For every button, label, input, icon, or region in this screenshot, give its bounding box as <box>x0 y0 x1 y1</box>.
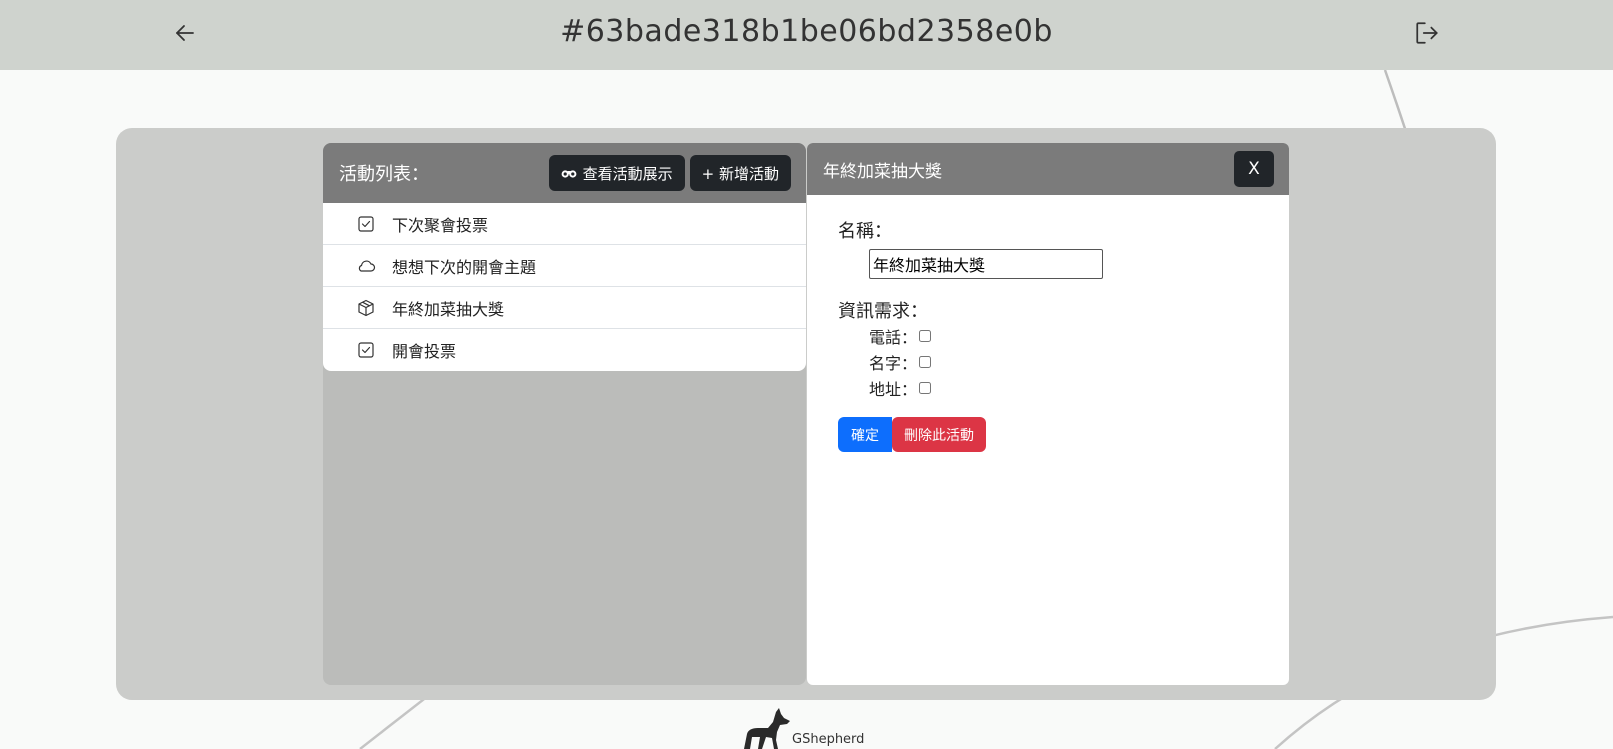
address-requirement: 地址： <box>869 375 1258 401</box>
list-item[interactable]: 想想下次的開會主題 <box>323 245 806 287</box>
activity-form: 名稱： 資訊需求： 電話： 名字： 地址： 確定 刪除此活動 <box>807 195 1289 474</box>
form-actions: 確定 刪除此活動 <box>838 417 1258 452</box>
activity-detail-header: 年終加菜抽大獎 X <box>807 143 1289 195</box>
name-input[interactable] <box>869 249 1103 279</box>
list-item-label: 下次聚會投票 <box>392 215 489 235</box>
box-icon <box>356 298 376 318</box>
list-item-label: 開會投票 <box>392 342 457 361</box>
activity-detail-panel: 年終加菜抽大獎 X 名稱： 資訊需求： 電話： 名字： 地址： 確定 刪除此活動 <box>807 143 1289 685</box>
activity-list-header: 活動列表： 查看活動展示 + 新增活動 <box>323 143 806 203</box>
view-activity-display-label: 查看活動展示 <box>582 164 673 183</box>
cloud-icon <box>356 256 376 276</box>
list-item[interactable]: 年終加菜抽大獎 <box>323 287 806 329</box>
view-activity-display-button[interactable]: 查看活動展示 <box>548 155 685 191</box>
list-item-label: 想想下次的開會主題 <box>392 257 537 277</box>
activity-list: 下次聚會投票 想想下次的開會主題 年終加菜抽大獎 開會投票 <box>323 203 806 371</box>
add-activity-button[interactable]: + 新增活動 <box>689 155 791 191</box>
phone-label: 電話： <box>869 328 918 347</box>
name-requirement-label: 名字： <box>869 354 918 373</box>
checkbox-icon <box>356 214 376 234</box>
checkbox-icon <box>356 340 376 360</box>
logout-button[interactable] <box>1412 18 1442 48</box>
activity-list-title: 活動列表： <box>339 164 429 185</box>
brand-name: GShepherd <box>792 732 865 747</box>
list-item[interactable]: 下次聚會投票 <box>323 203 806 245</box>
list-item-label: 年終加菜抽大獎 <box>392 299 505 319</box>
page-title: #63bade318b1be06bd2358e0b <box>560 14 1053 49</box>
logout-icon <box>1416 22 1438 44</box>
delete-activity-button[interactable]: 刪除此活動 <box>892 417 986 452</box>
name-label: 名稱： <box>838 221 892 242</box>
top-bar: #63bade318b1be06bd2358e0b <box>0 0 1613 70</box>
confirm-button[interactable]: 確定 <box>838 417 892 452</box>
close-button[interactable]: X <box>1234 151 1274 187</box>
phone-requirement: 電話： <box>869 323 1258 349</box>
footer-logo: GShepherd <box>738 704 864 749</box>
shepherd-dog-logo <box>744 708 790 749</box>
activity-detail-title: 年終加菜抽大獎 <box>823 161 942 182</box>
activity-list-panel: 活動列表： 查看活動展示 + 新增活動 下次聚會投票 想想下次的開會主題 年終加… <box>323 143 806 685</box>
list-item[interactable]: 開會投票 <box>323 329 806 371</box>
binoculars-icon <box>561 166 577 180</box>
requirements-label: 資訊需求： <box>838 301 928 322</box>
address-label: 地址： <box>869 380 918 399</box>
name-requirement: 名字： <box>869 349 1258 375</box>
address-checkbox[interactable] <box>919 382 932 394</box>
phone-checkbox[interactable] <box>919 330 932 342</box>
name-checkbox[interactable] <box>919 356 932 368</box>
